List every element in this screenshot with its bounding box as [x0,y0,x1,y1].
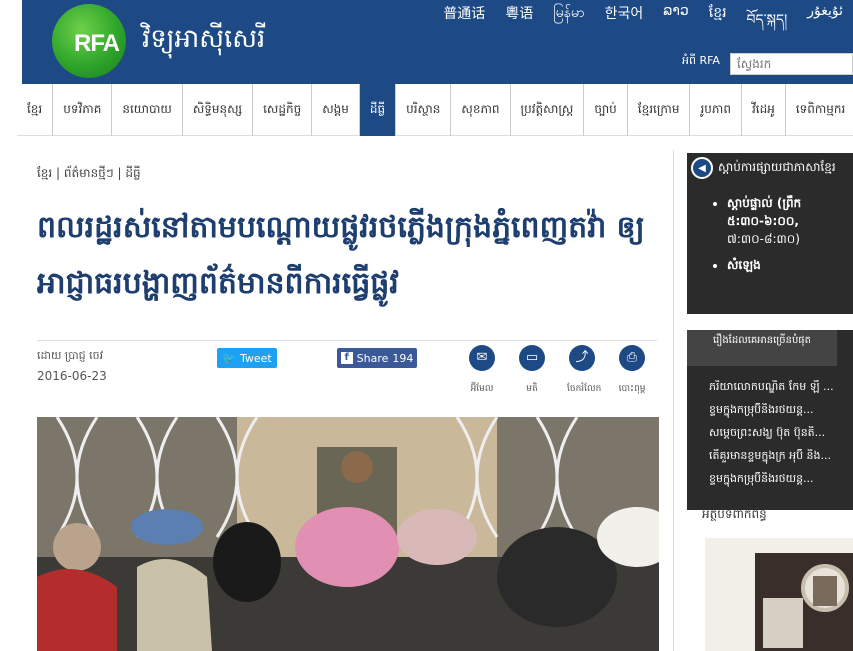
lang-lao[interactable]: ລາວ [653,3,699,43]
nav-item-khmer[interactable]: ខ្មែរ [17,84,52,136]
about-link[interactable]: អំពី RFA [682,54,720,70]
email-icon: ✉ [469,345,495,371]
tweet-label: Tweet [239,351,272,365]
nav-item-politics[interactable]: នយោបាយ [111,84,182,136]
most-read-item[interactable]: ខ្ទមក្នុងកម្រុប៊ីនិងរថយន្ត... [709,403,837,419]
share-label: Share [356,351,389,365]
nav-item-migrant-workers[interactable]: ទេពិកាម្មករ [784,84,853,136]
email-tool[interactable]: ✉ អ៊ីមែល [467,345,497,396]
article-title: ពលរដ្ឋរស់នៅតាមបណ្ដោយផ្លូវរថភ្លើងក្រុងភ្ន… [37,210,645,301]
print-tool[interactable]: ⎙ បោះពុម្ព [617,345,647,396]
site-name[interactable]: វិទ្យុអាស៊ីសេរី [142,22,265,60]
nav-item-environment[interactable]: បរិស្ថាន [395,84,450,136]
nav-item-human-rights[interactable]: សិទ្ធិមនុស្ស [181,84,252,136]
comment-icon: ▭ [519,345,545,371]
crowd-photo-illustration [37,417,659,651]
main-nav: ខ្មែរ បទវិភាគ នយោបាយ សិទ្ធិមនុស្ស សេដ្ឋក… [17,84,853,136]
listen-audio-label: សំឡេង [727,258,761,272]
related-thumbnail[interactable] [705,538,853,651]
nav-item-land[interactable]: ដីធ្លី [358,84,396,136]
article-byline: ដោយ ប្រាជ្ញ ចេវ [37,349,104,362]
listen-live-time: ៧:៣០-៨:៣០) [727,232,800,246]
print-icon: ⎙ [619,345,645,371]
print-label: បោះពុម្ព [618,384,646,394]
most-read-tab[interactable]: រឿងដែលគេអានច្រើនបំផុត [687,330,837,366]
most-read-item[interactable]: ភរិយាលោកបណ្ឌិត កែម ឡី ... [709,380,837,396]
rfa-logo[interactable]: RFA [52,4,126,78]
breadcrumb[interactable]: ខ្មែរ | ព័ត៌មានថ្មីៗ | ដីធ្លី [37,165,141,183]
lang-tibetan[interactable]: བོད་སྐད། [737,3,798,43]
nav-item-analysis[interactable]: បទវិភាគ [52,84,111,136]
most-read-item[interactable]: ខ្ទមក្នុងកម្រុប៊ីនិងរថយន្ត... [709,472,837,488]
listen-title: ស្ដាប់ការផ្សាយជាភាសាខ្មែរ [718,160,836,174]
nav-item-khmer-krom[interactable]: ខ្មែរក្រោម [626,84,690,136]
lang-mandarin[interactable]: 普通话 [433,3,495,43]
meta-divider [37,340,657,341]
lang-cantonese[interactable]: 粵语 [495,3,543,43]
logo-text: RFA [74,30,120,57]
search-input[interactable] [730,53,853,75]
share-icon: ⤴ [569,345,595,371]
share-tool-label: ចែករំលែក [567,384,602,394]
site-header: RFA វិទ្យុអាស៊ីសេរី 普通话 粵语 မြန်မာ 한국어 ລາ… [22,0,853,84]
email-label: អ៊ីមែល [470,384,494,394]
nav-item-video[interactable]: វីដេអូ [740,84,785,136]
speaker-icon: ◀ [691,157,713,179]
nav-item-society[interactable]: សង្គម [311,84,359,136]
most-read-item[interactable]: តើគួរមានខ្ទមក្នុងក្រ អុប៊ី និង... [709,449,837,465]
nav-item-health[interactable]: សុខភាព [450,84,509,136]
share-tool[interactable]: ⤴ ចែករំលែក [567,345,602,396]
share-count: 194 [392,351,414,365]
tweet-button[interactable]: 🐦 Tweet [217,348,277,368]
related-photo-illustration [705,538,853,651]
lang-korean[interactable]: 한국어 [595,3,654,43]
listen-item[interactable]: សំឡេង [727,257,853,275]
listen-live-label: ស្ដាប់ផ្ទាល់ (ព្រឹក ៥:៣០-៦:០០, [727,196,802,228]
twitter-icon: 🐦 [222,351,236,365]
language-bar: 普通话 粵语 မြန်မာ 한국어 ລາວ ខ្មែរ བོད་སྐད། ئۇي… [433,3,853,43]
article-date: 2016-06-23 [37,369,107,383]
listen-box: ◀ ស្ដាប់ការផ្សាយជាភាសាខ្មែរ ស្ដាប់ផ្ទាល់… [687,153,853,314]
nav-item-history[interactable]: ប្រវត្តិសាស្ត្រ [509,84,584,136]
listen-list: ស្ដាប់ផ្ទាល់ (ព្រឹក ៥:៣០-៦:០០, ៧:៣០-៨:៣០… [687,195,853,275]
most-read-list: ភរិយាលោកបណ្ឌិត កែម ឡី ... ខ្ទមក្នុងកម្រុ… [687,380,837,495]
lang-burmese[interactable]: မြန်မာ [543,3,594,43]
facebook-share-button[interactable]: f Share 194 [337,348,417,368]
listen-header[interactable]: ◀ ស្ដាប់ការផ្សាយជាភាសាខ្មែរ [687,153,853,183]
most-read-box: រឿងដែលគេអានច្រើនបំផុត ភរិយាលោកបណ្ឌិត កែម… [687,330,853,510]
comment-tool[interactable]: ▭ មតិ [517,345,547,396]
related-label: អត្ថបទពាក់ព័ន្ធ [702,507,767,521]
nav-item-photos[interactable]: រូបភាព [689,84,740,136]
sidebar-divider [673,150,674,651]
facebook-icon: f [340,352,353,364]
nav-item-economy[interactable]: សេដ្ឋកិច្ច [252,84,311,136]
listen-item[interactable]: ស្ដាប់ផ្ទាល់ (ព្រឹក ៥:៣០-៦:០០, ៧:៣០-៨:៣០… [727,195,853,249]
comment-label: មតិ [526,384,538,394]
lang-uyghur[interactable]: ئۇيغۇر [797,3,853,43]
most-read-item[interactable]: សម្ដេចព្រះសង្ឃ ប៊ុត ប៊ុនតិ... [709,426,837,442]
nav-item-law[interactable]: ច្បាប់ [583,84,626,136]
article-photo [37,417,659,651]
lang-khmer[interactable]: ខ្មែរ [699,3,737,43]
